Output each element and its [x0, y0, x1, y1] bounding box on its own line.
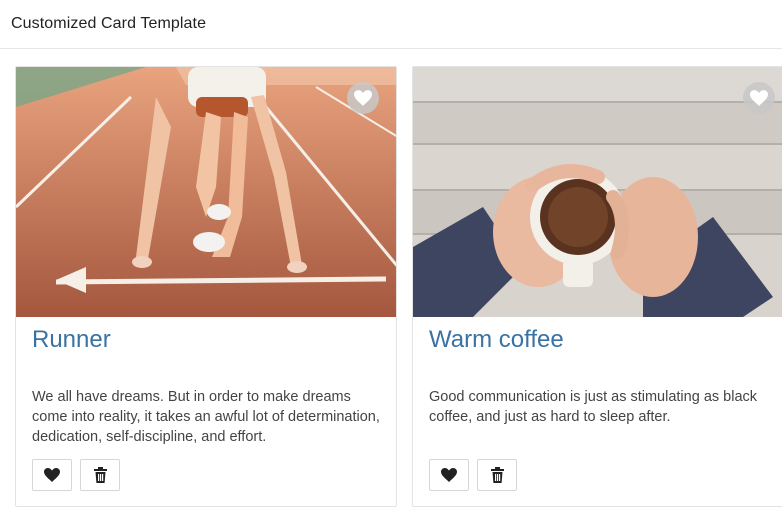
card-runner: Runner We all have dreams. But in order …	[15, 66, 397, 507]
delete-button[interactable]	[80, 459, 120, 491]
like-button[interactable]	[32, 459, 72, 491]
card-text: Good communication is just as stimulatin…	[429, 389, 758, 425]
heart-icon	[441, 468, 457, 482]
heart-icon	[354, 90, 372, 106]
card-title: Runner	[32, 326, 111, 353]
trash-icon	[490, 467, 504, 483]
card-title: Warm coffee	[429, 326, 564, 353]
runner-image	[16, 67, 396, 317]
card-coffee: Warm coffee Good communication is just a…	[412, 66, 782, 507]
page-header: Customized Card Template	[0, 0, 782, 49]
delete-button[interactable]	[477, 459, 517, 491]
trash-icon	[93, 467, 107, 483]
coffee-image	[413, 67, 782, 317]
heart-icon	[750, 90, 768, 106]
favorite-badge[interactable]	[743, 82, 775, 114]
card-text: We all have dreams. But in order to make…	[32, 389, 380, 445]
page-title: Customized Card Template	[11, 15, 207, 32]
favorite-badge[interactable]	[347, 82, 379, 114]
heart-icon	[44, 468, 60, 482]
card-actions	[32, 459, 120, 491]
like-button[interactable]	[429, 459, 469, 491]
card-actions	[429, 459, 517, 491]
